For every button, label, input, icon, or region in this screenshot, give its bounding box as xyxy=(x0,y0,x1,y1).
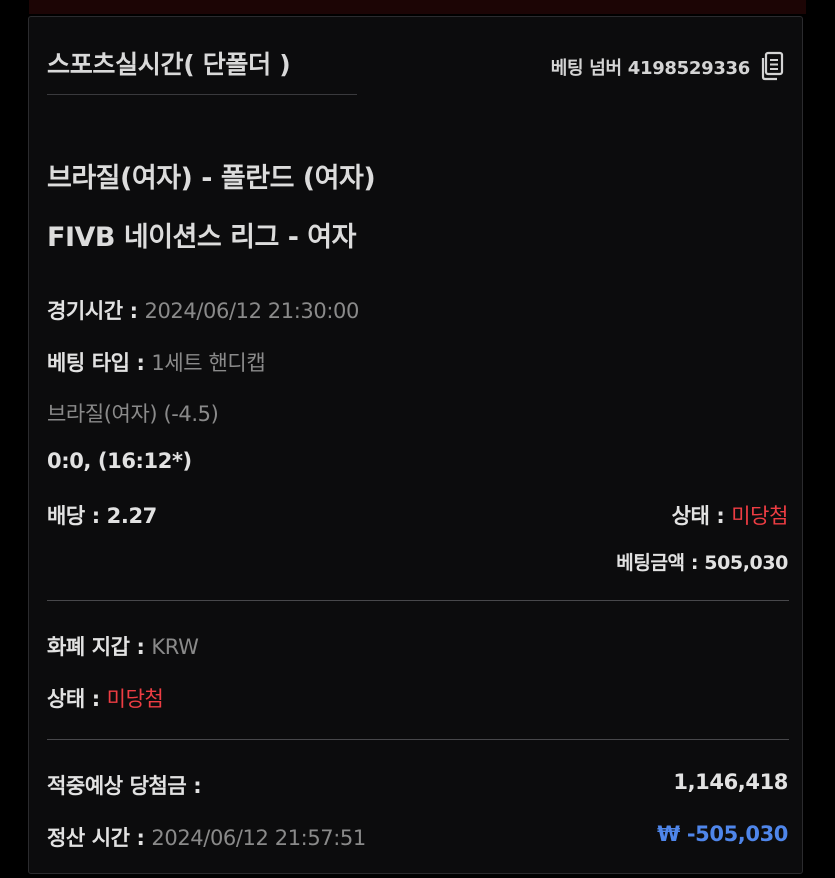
bet-amount-label: 베팅금액 : xyxy=(616,552,705,574)
title-underline xyxy=(47,94,357,95)
currency-label: 화폐 지갑 : xyxy=(47,635,152,659)
match-teams: 브라질(여자) - 폴란드 (여자) xyxy=(47,163,376,194)
bet-detail-card: 스포츠실시간( 단폴더 ) 베팅 넘버 4198529336 브라질(여자) -… xyxy=(28,16,803,874)
bet-status-value: 미당첨 xyxy=(731,504,788,528)
copy-document-icon[interactable] xyxy=(758,51,786,81)
score: 0:0, (16:12*) xyxy=(47,449,192,473)
odds-label: 배당 : xyxy=(47,504,107,528)
expected-win-value: 1,146,418 xyxy=(673,770,788,794)
settle-amount: ₩ -505,030 xyxy=(657,822,788,846)
currency-row: 화폐 지갑 : KRW xyxy=(47,631,199,661)
top-strip xyxy=(29,0,806,14)
bet-status-label: 상태 : xyxy=(671,504,732,528)
wallet-status-row: 상태 : 미당첨 xyxy=(47,683,164,713)
settle-time-label: 정산 시간 : xyxy=(47,826,152,850)
settle-time-row: 정산 시간 : 2024/06/12 21:57:51 xyxy=(47,822,366,852)
wallet-status-value: 미당첨 xyxy=(106,687,164,711)
bet-type-label: 베팅 타입 : xyxy=(47,351,152,375)
game-time-label: 경기시간 : xyxy=(47,299,145,323)
currency-value: KRW xyxy=(151,635,199,659)
bet-amount-row: 베팅금액 : 505,030 xyxy=(616,548,788,575)
odds-value: 2.27 xyxy=(106,504,158,528)
bet-title: 스포츠실시간( 단폴더 ) xyxy=(47,50,291,79)
bet-type-row: 베팅 타입 : 1세트 핸디캡 xyxy=(47,347,266,377)
section-divider xyxy=(47,739,789,740)
bet-number: 베팅 넘버 4198529336 xyxy=(550,58,751,79)
bet-status-row: 상태 : 미당첨 xyxy=(671,500,789,530)
expected-win-label: 적중예상 당첨금 : xyxy=(47,774,202,798)
game-time-value: 2024/06/12 21:30:00 xyxy=(144,299,360,323)
league-name: FIVB 네이션스 리그 - 여자 xyxy=(47,222,357,253)
bet-amount-value: 505,030 xyxy=(704,552,788,574)
odds-row: 배당 : 2.27 xyxy=(47,500,157,530)
game-time-row: 경기시간 : 2024/06/12 21:30:00 xyxy=(47,295,359,325)
selection: 브라질(여자) (-4.5) xyxy=(47,402,219,426)
bet-type-value: 1세트 핸디캡 xyxy=(151,351,266,375)
settle-time-value: 2024/06/12 21:57:51 xyxy=(151,826,366,850)
section-divider xyxy=(47,600,789,601)
wallet-status-label: 상태 : xyxy=(47,687,107,711)
